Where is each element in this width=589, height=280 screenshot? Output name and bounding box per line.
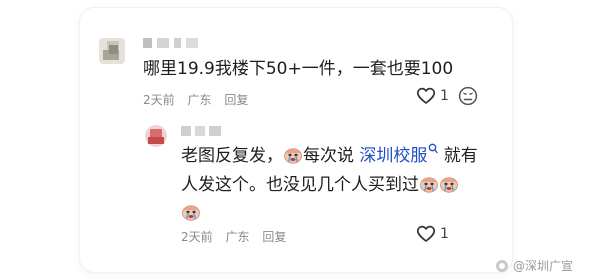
- comment-meta: 2天前 广东 回复: [143, 91, 257, 108]
- comment-text-part: 每次说: [303, 146, 360, 166]
- heart-icon: [416, 225, 436, 243]
- reply-button[interactable]: 回复: [224, 93, 248, 107]
- username-blurred[interactable]: [181, 126, 221, 136]
- comment-text-content: 哪里19.9我楼下50+一件，一套也要100: [143, 59, 454, 79]
- like-button[interactable]: 1: [416, 87, 449, 105]
- avatar[interactable]: [145, 125, 167, 147]
- comment-text-part: 就有: [438, 146, 478, 166]
- crying-face-emoji: [419, 175, 439, 193]
- search-icon[interactable]: [428, 143, 439, 157]
- reply-button[interactable]: 回复: [262, 230, 286, 244]
- comment-text: 哪里19.9我楼下50+一件，一套也要100: [143, 55, 453, 83]
- comment-location: 广东: [187, 93, 212, 107]
- comment-text: [181, 199, 201, 227]
- like-count: 1: [440, 226, 449, 242]
- comment-location: 广东: [225, 230, 250, 244]
- comment-text-part: 人发这个。也没见几个人买到过: [181, 175, 419, 195]
- comment-text: 老图反复发， 每次说 深圳校服 就有: [181, 142, 478, 170]
- watermark-logo-icon: [495, 259, 508, 272]
- search-keyword-link[interactable]: 深圳校服: [359, 146, 427, 166]
- heart-icon: [416, 87, 436, 105]
- watermark-text: @深圳广宣: [512, 259, 573, 273]
- like-button[interactable]: 1: [416, 225, 449, 243]
- crying-face-emoji: [439, 175, 459, 193]
- comment-text: 人发这个。也没见几个人买到过: [181, 171, 459, 199]
- comment-text-part: 老图反复发，: [181, 146, 283, 166]
- watermark: @深圳广宣: [495, 257, 573, 274]
- comment-time: 2天前: [181, 230, 213, 244]
- comment-time: 2天前: [143, 93, 175, 107]
- like-count: 1: [440, 88, 449, 104]
- username-blurred[interactable]: [143, 38, 199, 48]
- comment-meta: 2天前 广东 回复: [181, 228, 295, 245]
- sad-face-icon[interactable]: [458, 86, 478, 106]
- avatar[interactable]: [99, 38, 125, 64]
- crying-face-emoji: [181, 203, 201, 221]
- crying-face-emoji: [283, 146, 303, 164]
